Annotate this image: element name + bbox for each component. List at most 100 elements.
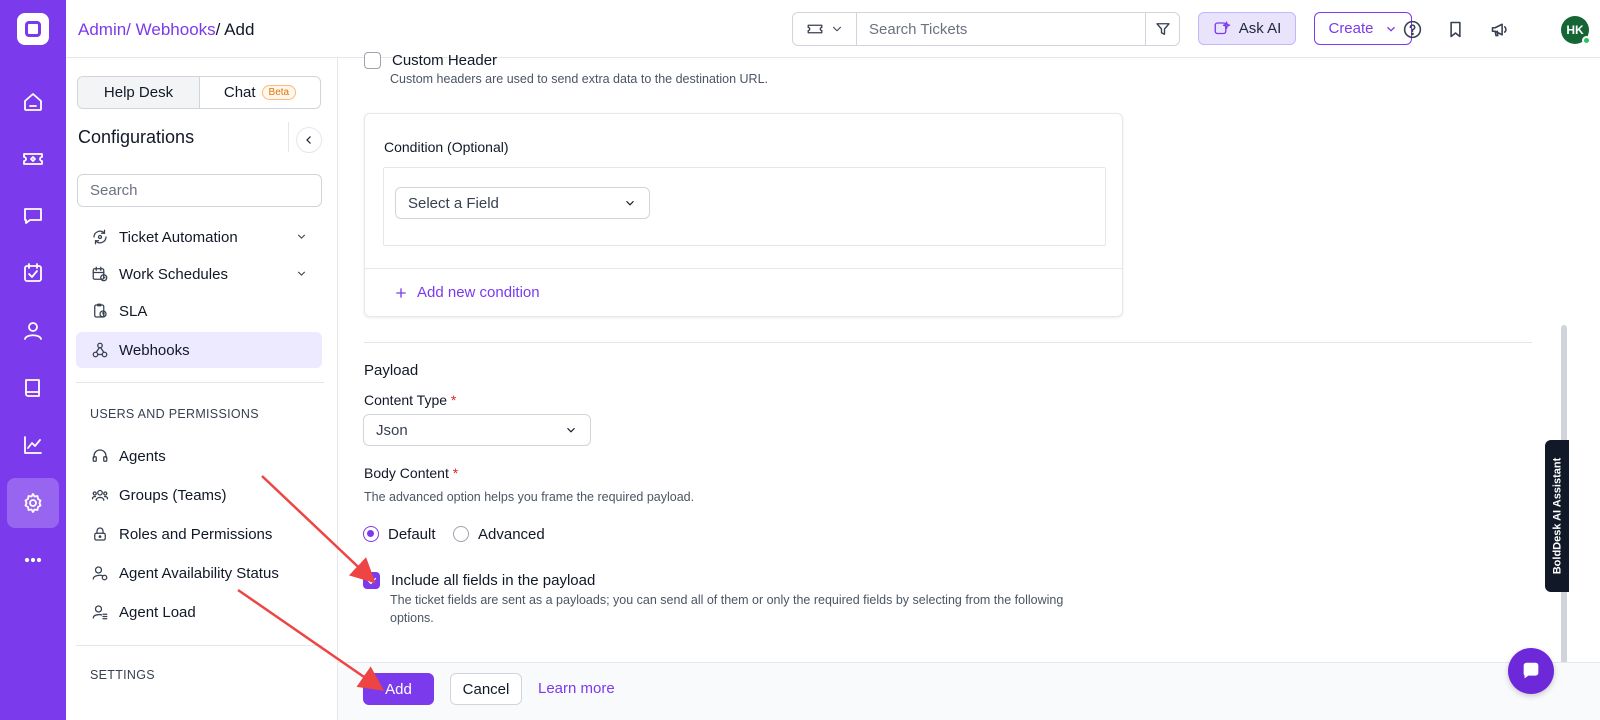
configurations-title: Configurations bbox=[78, 127, 195, 147]
required-mark: * bbox=[452, 465, 459, 481]
divider bbox=[364, 342, 1532, 343]
sparkle-icon bbox=[1214, 21, 1230, 34]
checkmark-icon bbox=[367, 577, 376, 584]
custom-header-label: Custom Header bbox=[392, 52, 498, 69]
cancel-button[interactable]: Cancel bbox=[450, 673, 522, 705]
help-icon[interactable] bbox=[1400, 17, 1424, 41]
bookmark-icon[interactable] bbox=[1443, 17, 1467, 41]
lock-icon bbox=[94, 527, 106, 541]
nav-item-ticket-automation[interactable]: Ticket Automation bbox=[76, 219, 322, 255]
learn-more-link[interactable]: Learn more bbox=[538, 680, 615, 697]
reports-icon[interactable] bbox=[7, 420, 59, 470]
custom-header-checkbox[interactable] bbox=[364, 52, 381, 69]
ask-ai-button[interactable]: Ask AI bbox=[1198, 12, 1296, 45]
breadcrumb-admin[interactable]: Admin/ bbox=[78, 20, 131, 39]
content-type-dropdown[interactable]: Json bbox=[363, 414, 591, 446]
create-button[interactable]: Create bbox=[1314, 12, 1412, 45]
avatar-initials: HK bbox=[1566, 23, 1584, 37]
home-icon[interactable] bbox=[7, 77, 59, 127]
webhook-form: Custom Header Custom headers are used to… bbox=[338, 52, 1566, 662]
select-field-value: Select a Field bbox=[408, 194, 499, 212]
nav-item-groups[interactable]: Groups (Teams) bbox=[76, 477, 322, 513]
filter-icon[interactable] bbox=[1145, 13, 1179, 45]
nav-label: Groups (Teams) bbox=[119, 486, 227, 504]
divider bbox=[76, 382, 324, 383]
condition-card: Condition (Optional) Select a Field Add … bbox=[364, 113, 1123, 317]
user-status-icon bbox=[92, 566, 108, 581]
divider bbox=[365, 268, 1122, 269]
include-all-fields-label: Include all fields in the payload bbox=[391, 572, 596, 589]
users-permissions-heading: USERS AND PERMISSIONS bbox=[90, 407, 259, 421]
nav-item-work-schedules[interactable]: Work Schedules bbox=[76, 256, 322, 292]
breadcrumb-webhooks[interactable]: Webhooks bbox=[131, 20, 216, 39]
chat-widget-button[interactable] bbox=[1508, 648, 1554, 694]
nav-item-agents[interactable]: Agents bbox=[76, 438, 322, 474]
select-field-dropdown[interactable]: Select a Field bbox=[395, 187, 650, 219]
condition-row: Select a Field bbox=[383, 167, 1106, 246]
search-type-dropdown[interactable] bbox=[793, 13, 857, 45]
collapse-sidebar-button[interactable] bbox=[296, 127, 322, 153]
nav-label: Agents bbox=[119, 447, 166, 465]
ticket-search bbox=[792, 12, 1180, 46]
group-icon bbox=[91, 489, 109, 501]
tab-help-desk[interactable]: Help Desk bbox=[78, 77, 200, 108]
app: Admin/ Webhooks/ Add Ask AI Create bbox=[0, 0, 1600, 720]
divider bbox=[76, 645, 324, 646]
chevron-down-icon bbox=[832, 26, 841, 32]
product-switcher: Help Desk Chat Beta bbox=[77, 76, 321, 109]
contacts-icon[interactable] bbox=[7, 306, 59, 356]
knowledge-base-icon[interactable] bbox=[7, 363, 59, 413]
add-button[interactable]: Add bbox=[363, 673, 434, 705]
radio-default[interactable] bbox=[363, 526, 379, 542]
tickets-icon[interactable] bbox=[7, 134, 59, 184]
top-bar: Admin/ Webhooks/ Add Ask AI Create bbox=[66, 0, 1600, 58]
settings-heading: SETTINGS bbox=[90, 668, 155, 682]
search-tickets-input[interactable] bbox=[857, 13, 1145, 45]
settings-icon[interactable] bbox=[7, 478, 59, 528]
announcement-icon[interactable] bbox=[1487, 17, 1511, 41]
left-rail bbox=[0, 0, 66, 720]
chevron-down-icon bbox=[567, 427, 575, 433]
ask-ai-label: Ask AI bbox=[1238, 20, 1282, 37]
nav-label: Work Schedules bbox=[119, 265, 228, 283]
beta-badge: Beta bbox=[261, 85, 297, 100]
form-footer: Add Cancel Learn more bbox=[338, 662, 1600, 720]
nav-item-roles-permissions[interactable]: Roles and Permissions bbox=[76, 516, 322, 552]
nav-item-sla[interactable]: SLA bbox=[76, 293, 322, 329]
custom-header-help: Custom headers are used to send extra da… bbox=[390, 72, 769, 86]
avatar[interactable]: HK bbox=[1561, 16, 1591, 45]
divider bbox=[288, 122, 289, 152]
include-all-fields-checkbox[interactable] bbox=[363, 572, 380, 589]
chevron-left-icon bbox=[306, 136, 311, 144]
nav-item-webhooks[interactable]: Webhooks bbox=[76, 332, 322, 368]
body-content-text: Body Content bbox=[364, 465, 449, 481]
required-mark: * bbox=[450, 392, 457, 408]
config-search-input[interactable] bbox=[77, 174, 322, 207]
radio-advanced[interactable] bbox=[453, 526, 469, 542]
nav-label: Ticket Automation bbox=[119, 228, 238, 246]
plus-icon bbox=[396, 287, 406, 298]
ai-assistant-label: BoldDesk AI Assistant bbox=[1551, 457, 1563, 575]
nav-label: Agent Availability Status bbox=[119, 564, 279, 582]
condition-title: Condition (Optional) bbox=[384, 139, 509, 155]
app-logo[interactable] bbox=[17, 13, 49, 45]
add-condition-label: Add new condition bbox=[417, 284, 540, 301]
nav-item-agent-load[interactable]: Agent Load bbox=[76, 594, 322, 630]
more-icon[interactable] bbox=[7, 535, 59, 585]
clipboard-clock-icon bbox=[94, 303, 107, 318]
add-new-condition-button[interactable]: Add new condition bbox=[393, 284, 540, 301]
tasks-icon[interactable] bbox=[7, 248, 59, 298]
content-type-value: Json bbox=[376, 421, 408, 439]
webhook-icon bbox=[92, 342, 108, 358]
nav-label: SLA bbox=[119, 302, 148, 320]
nav-label: Webhooks bbox=[119, 341, 190, 359]
breadcrumb: Admin/ Webhooks/ Add bbox=[78, 20, 254, 40]
chevron-down-icon bbox=[297, 271, 306, 276]
ai-assistant-tab[interactable]: BoldDesk AI Assistant bbox=[1545, 440, 1569, 592]
user-list-icon bbox=[92, 605, 108, 620]
nav-item-agent-availability[interactable]: Agent Availability Status bbox=[76, 555, 322, 591]
tab-chat[interactable]: Chat Beta bbox=[200, 77, 320, 108]
content-type-label: Content Type * bbox=[364, 392, 456, 408]
radio-default-label: Default bbox=[388, 526, 436, 543]
chat-icon[interactable] bbox=[7, 191, 59, 241]
